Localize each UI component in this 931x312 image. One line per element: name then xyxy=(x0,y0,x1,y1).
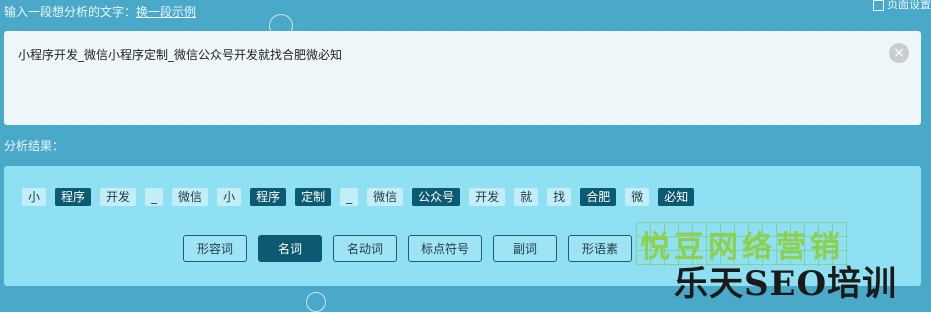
token-chip: 必知 xyxy=(658,188,695,206)
token-chip: _ xyxy=(145,188,164,206)
header-prompt-row: 输入一段想分析的文字：换一段示例 xyxy=(4,3,196,20)
token-chip: 微 xyxy=(625,188,650,206)
change-example-link[interactable]: 换一段示例 xyxy=(136,5,196,19)
token-chip: 小 xyxy=(217,188,242,206)
top-right-setting[interactable]: 页面设置 xyxy=(873,0,931,12)
token-chip: 定制 xyxy=(295,188,332,206)
input-text[interactable]: 小程序开发_微信小程序定制_微信公众号开发就找合肥微必知 xyxy=(18,46,342,63)
result-label: 分析结果： xyxy=(4,139,65,153)
close-icon: × xyxy=(893,45,905,61)
input-prompt: 输入一段想分析的文字： xyxy=(4,5,137,19)
pos-filter-buttons: 形容词 名词 名动词 标点符号 副词 形语素 xyxy=(183,235,633,262)
watermark-training: 乐天SEO培训 xyxy=(674,264,898,304)
pos-button-0[interactable]: 形容词 xyxy=(183,235,247,262)
token-list: 小程序 开发 _ 微信小程序 定制 _ 微信 公众号 开发就找合肥微必知 xyxy=(22,188,695,206)
token-chip: 找 xyxy=(547,188,572,206)
token-chip: _ xyxy=(340,188,359,206)
pos-button-3[interactable]: 标点符号 xyxy=(408,235,483,262)
pos-button-1[interactable]: 名词 xyxy=(258,235,322,262)
pos-button-5[interactable]: 形语素 xyxy=(568,235,633,262)
pos-button-4[interactable]: 副词 xyxy=(493,235,558,262)
token-chip: 公众号 xyxy=(412,188,461,206)
top-right-label: 页面设置 xyxy=(887,0,931,11)
token-chip: 程序 xyxy=(250,188,287,206)
token-chip: 程序 xyxy=(55,188,92,206)
pos-button-2[interactable]: 名动词 xyxy=(333,235,397,262)
token-chip: 小 xyxy=(22,188,47,206)
token-chip: 微信 xyxy=(172,188,209,206)
token-chip: 开发 xyxy=(469,188,506,206)
decorative-circle xyxy=(306,292,326,312)
token-chip: 合肥 xyxy=(580,188,617,206)
token-chip: 就 xyxy=(514,188,539,206)
settings-checkbox-icon xyxy=(873,0,884,11)
token-chip: 微信 xyxy=(367,188,404,206)
token-chip: 开发 xyxy=(100,188,137,206)
clear-input-button[interactable]: × xyxy=(889,43,909,63)
text-input-panel[interactable]: 小程序开发_微信小程序定制_微信公众号开发就找合肥微必知 × xyxy=(4,31,921,125)
